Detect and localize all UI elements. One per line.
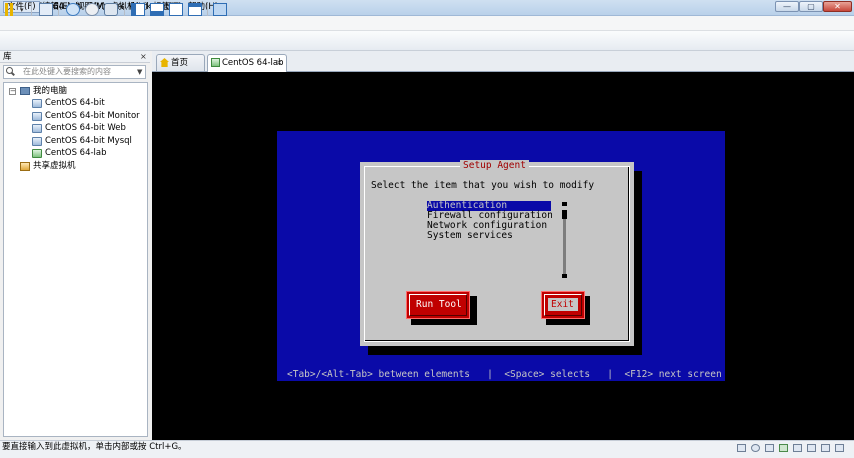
- unity-icon[interactable]: [188, 3, 202, 16]
- network-icon[interactable]: [779, 444, 788, 452]
- menu-bar: [0, 16, 854, 31]
- message-icon[interactable]: [835, 444, 844, 452]
- console-hint-line: <Tab>/<Alt-Tab> between elements | <Spac…: [287, 369, 722, 380]
- toolbar-separator: [207, 3, 208, 16]
- tree-item-vm[interactable]: CentOS 64-bit Mysql: [45, 135, 132, 147]
- tab-close-icon[interactable]: ×: [276, 58, 283, 68]
- vm-icon: [32, 124, 42, 133]
- tree-item-vm-active[interactable]: CentOS 64-lab: [45, 147, 107, 159]
- search-dropdown-icon[interactable]: ▼: [137, 68, 142, 76]
- maximize-button[interactable]: ▢: [799, 1, 823, 12]
- power-on-icon[interactable]: [5, 3, 19, 16]
- close-button[interactable]: ✕: [823, 1, 852, 12]
- collapse-icon[interactable]: −: [9, 88, 16, 95]
- library-close-icon[interactable]: ×: [140, 52, 147, 61]
- tab-home-label: 首页: [171, 58, 189, 68]
- exit-button-label: Exit: [551, 299, 574, 310]
- vm-icon: [32, 99, 42, 108]
- sound-icon[interactable]: [807, 444, 816, 452]
- scrollbar-thumb[interactable]: [562, 210, 567, 219]
- shared-vms-icon: [20, 162, 30, 171]
- scrollbar-track[interactable]: [563, 219, 566, 274]
- library-header: 库: [0, 51, 150, 63]
- revert-snapshot-icon[interactable]: [85, 3, 99, 16]
- vm-icon: [32, 112, 42, 121]
- vm-icon: [32, 137, 42, 146]
- tree-item-vm[interactable]: CentOS 64-bit Web: [45, 122, 126, 134]
- printer-icon[interactable]: [821, 444, 830, 452]
- cd-dvd-icon[interactable]: [751, 444, 760, 452]
- toolbar-separator: [31, 3, 32, 16]
- scroll-up-arrow[interactable]: [562, 202, 567, 206]
- dialog-title: Setup Agent: [460, 160, 529, 171]
- tab-vm-label: CentOS 64-lab: [222, 58, 284, 68]
- take-snapshot-icon[interactable]: [66, 3, 80, 16]
- show-thumbnail-icon[interactable]: [150, 3, 164, 16]
- tree-item-shared-vms[interactable]: 共享虚拟机: [33, 160, 76, 172]
- chevron-down-icon[interactable]: ▾: [20, 7, 24, 14]
- status-text: 要直接输入到此虚拟机，单击内部或按 Ctrl+G。: [2, 442, 187, 452]
- running-vm-icon: [32, 149, 42, 158]
- console-view-icon[interactable]: [213, 3, 227, 16]
- toolbar-separator: [124, 3, 125, 16]
- show-library-icon[interactable]: [131, 3, 145, 16]
- toolbar-separator: [58, 3, 59, 16]
- minimize-button[interactable]: —: [775, 1, 799, 12]
- run-tool-button-label: Run Tool: [416, 299, 462, 310]
- floppy-icon[interactable]: [765, 444, 774, 452]
- tree-item-my-computer[interactable]: 我的电脑: [33, 85, 67, 97]
- list-item[interactable]: System services: [427, 231, 513, 241]
- search-placeholder: 在此处键入要搜索的内容: [23, 67, 111, 76]
- hard-disk-icon[interactable]: [737, 444, 746, 452]
- snapshot-manager-icon[interactable]: [39, 3, 53, 16]
- tree-item-vm[interactable]: CentOS 64-bit: [45, 97, 105, 109]
- usb-icon[interactable]: [793, 444, 802, 452]
- tree-item-vm[interactable]: CentOS 64-bit Monitor: [45, 110, 140, 122]
- full-screen-icon[interactable]: [169, 3, 183, 16]
- running-vm-icon: [211, 58, 220, 67]
- manage-snapshots-icon[interactable]: [104, 3, 118, 16]
- toolbar: [0, 31, 854, 51]
- dialog-prompt: Select the item that you wish to modify: [371, 180, 595, 191]
- scroll-down-arrow[interactable]: [562, 274, 567, 278]
- computer-icon: [20, 87, 30, 95]
